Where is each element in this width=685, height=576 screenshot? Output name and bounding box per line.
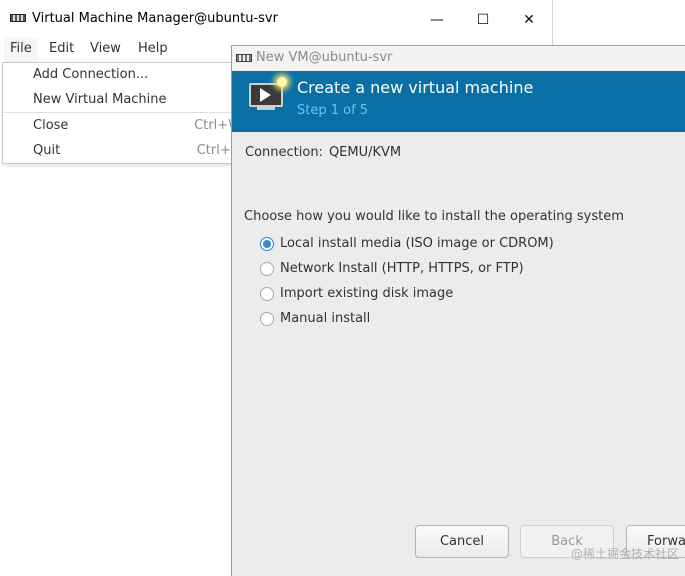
- new-vm-monitor-icon: [249, 77, 287, 111]
- menu-item-quit[interactable]: Quit Ctrl+Q: [3, 140, 249, 164]
- close-button[interactable]: ✕: [506, 6, 552, 34]
- wizard-banner: Create a new virtual machine Step 1 of 5: [232, 71, 685, 132]
- menu-item-add-connection[interactable]: Add Connection...: [3, 64, 249, 88]
- dialog-titlebar[interactable]: New VM@ubuntu-svr: [232, 46, 685, 70]
- menu-item-label: Add Connection...: [33, 67, 149, 82]
- radio-label[interactable]: Import existing disk image: [280, 286, 453, 301]
- window-title: Virtual Machine Manager@ubuntu-svr: [32, 11, 278, 26]
- watermark: @稀土掘金技术社区: [570, 547, 679, 561]
- new-vm-dialog: New VM@ubuntu-svr Create a new virtual m…: [231, 45, 685, 576]
- radio-label[interactable]: Network Install (HTTP, HTTPS, or FTP): [280, 261, 524, 276]
- connection-value: QEMU/KVM: [328, 145, 402, 160]
- menu-item-label: Quit: [33, 143, 61, 158]
- file-menu-dropdown: Add Connection... New Virtual Machine Cl…: [2, 62, 250, 164]
- connection-info: Connection: QEMU/KVM: [245, 145, 401, 160]
- menu-item-label: New Virtual Machine: [33, 92, 167, 107]
- wizard-step: Step 1 of 5: [297, 103, 369, 118]
- connection-label: Connection:: [245, 145, 323, 160]
- wizard-content: Connection: QEMU/KVM Choose how you would…: [232, 132, 685, 576]
- wizard-title: Create a new virtual machine: [297, 78, 534, 97]
- radio-button[interactable]: [260, 262, 274, 276]
- radio-button[interactable]: [260, 312, 274, 326]
- radio-label[interactable]: Manual install: [280, 311, 370, 326]
- minimize-button[interactable]: —: [414, 6, 460, 34]
- menu-separator: [3, 112, 249, 113]
- install-method-prompt: Choose how you would like to install the…: [244, 209, 624, 224]
- radio-button[interactable]: [260, 287, 274, 301]
- menu-edit[interactable]: Edit: [49, 41, 74, 56]
- menu-item-label: Close: [33, 118, 69, 133]
- radio-label[interactable]: Local install media (ISO image or CDROM): [280, 236, 554, 251]
- virt-manager-icon: [236, 54, 252, 64]
- maximize-button[interactable]: ☐: [460, 6, 506, 34]
- menu-file[interactable]: File: [4, 38, 38, 64]
- menu-help[interactable]: Help: [138, 41, 168, 56]
- menu-view[interactable]: View: [90, 41, 121, 56]
- virt-manager-icon: [10, 14, 26, 24]
- cancel-button[interactable]: Cancel: [415, 525, 509, 558]
- dialog-title: New VM@ubuntu-svr: [256, 50, 393, 65]
- main-titlebar[interactable]: Virtual Machine Manager@ubuntu-svr — ☐ ✕: [0, 0, 552, 38]
- menu-item-new-virtual-machine[interactable]: New Virtual Machine: [3, 89, 249, 113]
- radio-button[interactable]: [260, 237, 274, 251]
- menu-item-close[interactable]: Close Ctrl+W: [3, 115, 249, 139]
